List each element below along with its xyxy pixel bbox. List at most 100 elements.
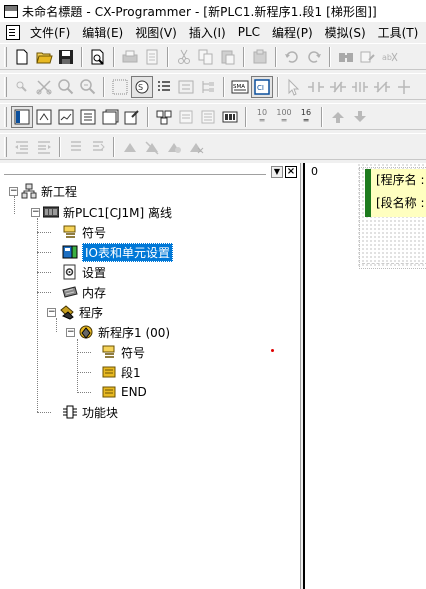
menu-plc[interactable]: PLC [238,25,260,39]
undo-icon[interactable] [281,46,303,68]
menu-file[interactable]: 文件(F) [30,24,70,41]
ladder-view-icon[interactable]: CI [251,75,273,98]
mnemonic-icon[interactable]: SMA [229,76,251,98]
zoom-out-icon[interactable] [77,76,99,98]
print-preview-icon[interactable] [87,46,109,68]
tree-item-memory[interactable]: 内存 [62,283,106,301]
set-icon[interactable] [119,136,141,158]
find-icon[interactable] [335,46,357,68]
cross-reference-icon[interactable]: ab [379,46,401,68]
open-folder-icon[interactable] [33,46,55,68]
menu-tools[interactable]: 工具(T) [378,24,419,41]
zoom-fit-icon[interactable] [11,76,33,98]
document-menu-icon[interactable] [6,24,20,40]
cut-alt-icon[interactable] [33,76,55,98]
paste-icon[interactable] [217,46,239,68]
tree-view-icon[interactable] [197,76,219,98]
vertical-line-icon[interactable] [393,76,415,98]
svg-text:SMA: SMA [233,84,245,90]
contact-or-icon[interactable] [349,76,371,98]
display-decimal-signed-button[interactable]: 100 ═ [273,106,295,128]
collapse-toggle-icon[interactable]: − [9,186,18,196]
menu-simulate[interactable]: 模拟(S) [325,24,366,41]
tree-label-new-program: 新程序1 (00) [98,325,171,340]
collapse-toggle-icon[interactable]: − [47,307,56,317]
tree-item-new-program[interactable]: − 新程序1 (00) [66,323,170,341]
function-block-tree-icon [62,404,78,420]
panel-dock-arrow-icon[interactable]: ▼ [271,166,283,178]
online-edit-icon[interactable] [327,106,349,128]
copy-icon[interactable] [195,46,217,68]
rung-list-icon[interactable] [153,76,175,98]
toolbar-separator [113,136,115,157]
reset-icon[interactable] [141,136,163,158]
watch-window-icon[interactable] [55,106,77,128]
tree-item-programs[interactable]: − 程序 [47,303,103,321]
contact-no-icon[interactable] [305,76,327,98]
select-pointer-icon[interactable] [283,76,305,98]
save-icon[interactable] [55,46,77,68]
display-hex-button[interactable]: 16 ═ [295,106,317,128]
tree-item-function-blocks[interactable]: 功能块 [62,403,118,421]
contact-nc-icon[interactable] [327,76,349,98]
panel-close-icon[interactable]: × [285,166,297,178]
print-setup-icon[interactable] [141,46,163,68]
properties-icon[interactable] [121,106,143,128]
show-comments-icon[interactable]: S [131,75,153,98]
force-on-icon[interactable] [163,136,185,158]
collapse-toggle-icon[interactable]: − [31,207,40,217]
memory-view-icon[interactable] [219,106,241,128]
comment-icon[interactable] [65,136,87,158]
monitor-icon[interactable] [175,76,197,98]
tree-item-project[interactable]: − 新工程 [9,182,77,200]
indent-left-icon[interactable] [11,136,33,158]
function-block-icon[interactable] [153,106,175,128]
indent-right-icon[interactable] [33,136,55,158]
tree-line [77,392,91,393]
tree-item-io-table[interactable]: IO表和单元设置 [62,242,173,262]
new-file-icon[interactable] [11,46,33,68]
display-decimal-label: 10 [256,107,268,117]
uncomment-icon[interactable] [87,136,109,158]
menu-insert[interactable]: 插入(I) [189,24,226,41]
zoom-in-icon[interactable] [55,76,77,98]
contact-ornot-icon[interactable] [371,76,393,98]
tree-item-plc[interactable]: − 新PLC1[CJ1M] 离线 [31,203,172,221]
toolbar-grip[interactable] [4,106,7,127]
print-icon[interactable] [119,46,141,68]
tree-item-symbols[interactable]: 符号 [62,223,106,241]
tree-line [37,292,51,293]
grid-toggle-icon[interactable] [109,76,131,98]
collapse-toggle-icon[interactable]: − [66,327,75,337]
svg-text:CI: CI [257,84,264,92]
replace-icon[interactable] [357,46,379,68]
cut-icon[interactable] [173,46,195,68]
toolbar-separator [275,46,277,67]
toolbar-grip[interactable] [4,76,7,97]
tree-item-settings[interactable]: 设置 [62,263,106,281]
toolbar-grip[interactable] [4,46,7,67]
properties-window-icon[interactable] [99,106,121,128]
redo-icon[interactable] [303,46,325,68]
standard-toolbar: ab [0,43,426,70]
tree-item-section1[interactable]: 段1 [101,363,141,381]
toolbar-separator [103,76,105,97]
toolbar-grip[interactable] [4,136,7,157]
output-window-icon[interactable] [33,106,55,128]
project-workspace-icon[interactable] [11,105,33,128]
view-local-symbols-icon[interactable] [175,106,197,128]
menu-program[interactable]: 编程(P) [272,24,313,41]
transfer-icon[interactable] [249,46,271,68]
menu-view[interactable]: 视图(V) [135,24,177,41]
display-decimal-button[interactable]: 10 ═ [251,106,273,128]
ladder-editor[interactable]: 0 [程序名 : [段名称 : [303,163,426,589]
view-global-symbols-icon[interactable] [197,106,219,128]
tree-item-end[interactable]: END [101,383,147,401]
offline-edit-icon[interactable] [349,106,371,128]
force-off-icon[interactable] [185,136,207,158]
toolbar-separator [243,46,245,67]
address-reference-icon[interactable] [77,106,99,128]
menu-edit[interactable]: 编辑(E) [82,24,123,41]
programs-icon [59,304,75,320]
tree-item-program-symbols[interactable]: 符号 [101,343,145,361]
